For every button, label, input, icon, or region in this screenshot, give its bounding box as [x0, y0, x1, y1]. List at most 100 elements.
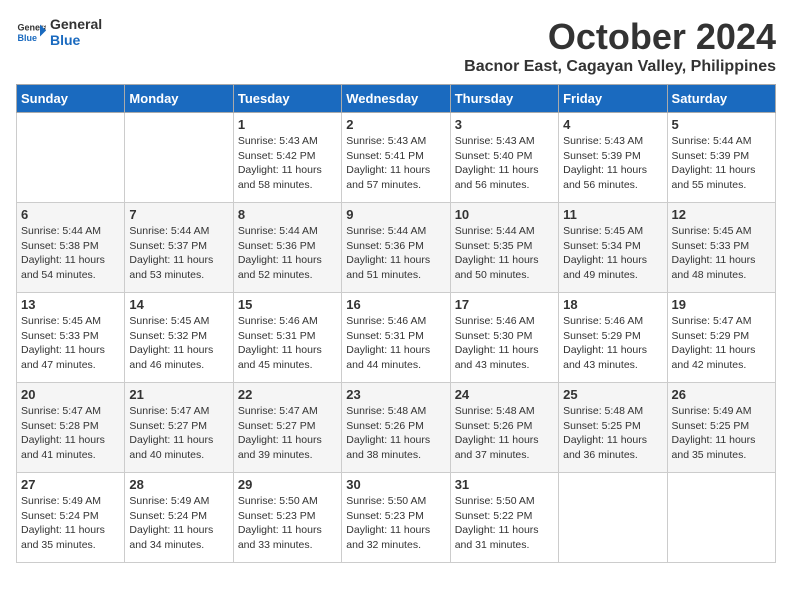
calendar-cell: 10 Sunrise: 5:44 AM Sunset: 5:35 PM Dayli… [450, 203, 558, 293]
day-number: 22 [238, 387, 337, 402]
calendar-cell: 3Sunrise: 5:43 AM Sunset: 5:40 PM Daylig… [450, 113, 558, 203]
calendar-cell: 12 Sunrise: 5:45 AM Sunset: 5:33 PM Dayli… [667, 203, 775, 293]
day-number: 3 [455, 117, 554, 132]
day-number: 17 [455, 297, 554, 312]
calendar-cell: 5Sunrise: 5:44 AM Sunset: 5:39 PM Daylig… [667, 113, 775, 203]
calendar-cell: 7Sunrise: 5:44 AM Sunset: 5:37 PM Daylig… [125, 203, 233, 293]
calendar-cell: 28 Sunrise: 5:49 AM Sunset: 5:24 PM Dayli… [125, 473, 233, 563]
calendar-cell: 6 Sunrise: 5:44 AM Sunset: 5:38 PM Daylig… [17, 203, 125, 293]
logo: General Blue General Blue [16, 16, 102, 48]
day-number: 11 [563, 207, 662, 222]
calendar-cell: 14 Sunrise: 5:45 AM Sunset: 5:32 PM Dayli… [125, 293, 233, 383]
svg-text:Blue: Blue [18, 33, 38, 43]
calendar-week-4: 20 Sunrise: 5:47 AM Sunset: 5:28 PM Dayli… [17, 383, 776, 473]
cell-content: Sunrise: 5:48 AM Sunset: 5:26 PM Dayligh… [346, 404, 445, 463]
cell-content: Sunrise: 5:47 AM Sunset: 5:27 PM Dayligh… [238, 404, 337, 463]
calendar-cell: 1Sunrise: 5:43 AM Sunset: 5:42 PM Daylig… [233, 113, 341, 203]
day-number: 9 [346, 207, 445, 222]
calendar-cell: 13 Sunrise: 5:45 AM Sunset: 5:33 PM Dayli… [17, 293, 125, 383]
calendar-week-3: 13 Sunrise: 5:45 AM Sunset: 5:33 PM Dayli… [17, 293, 776, 383]
cell-content: Sunrise: 5:43 AM Sunset: 5:39 PM Dayligh… [563, 134, 662, 193]
calendar-cell: 8 Sunrise: 5:44 AM Sunset: 5:36 PM Daylig… [233, 203, 341, 293]
calendar-cell: 20 Sunrise: 5:47 AM Sunset: 5:28 PM Dayli… [17, 383, 125, 473]
logo-general-text: General [50, 16, 102, 32]
day-number: 7 [129, 207, 228, 222]
cell-content: Sunrise: 5:50 AM Sunset: 5:22 PM Dayligh… [455, 494, 554, 553]
calendar-cell: 11 Sunrise: 5:45 AM Sunset: 5:34 PM Dayli… [559, 203, 667, 293]
calendar-cell: 27 Sunrise: 5:49 AM Sunset: 5:24 PM Dayli… [17, 473, 125, 563]
calendar-cell [559, 473, 667, 563]
cell-content: Sunrise: 5:43 AM Sunset: 5:41 PM Dayligh… [346, 134, 445, 193]
day-number: 20 [21, 387, 120, 402]
cell-content: Sunrise: 5:45 AM Sunset: 5:33 PM Dayligh… [21, 314, 120, 373]
day-number: 26 [672, 387, 771, 402]
calendar-week-2: 6 Sunrise: 5:44 AM Sunset: 5:38 PM Daylig… [17, 203, 776, 293]
weekday-header-tuesday: Tuesday [233, 85, 341, 113]
cell-content: Sunrise: 5:47 AM Sunset: 5:29 PM Dayligh… [672, 314, 771, 373]
logo-icon: General Blue [16, 17, 46, 47]
day-number: 24 [455, 387, 554, 402]
calendar-cell: 17 Sunrise: 5:46 AM Sunset: 5:30 PM Dayli… [450, 293, 558, 383]
cell-content: Sunrise: 5:50 AM Sunset: 5:23 PM Dayligh… [346, 494, 445, 553]
calendar-table: SundayMondayTuesdayWednesdayThursdayFrid… [16, 84, 776, 563]
day-number: 28 [129, 477, 228, 492]
calendar-cell: 24 Sunrise: 5:48 AM Sunset: 5:26 PM Dayli… [450, 383, 558, 473]
weekday-header-row: SundayMondayTuesdayWednesdayThursdayFrid… [17, 85, 776, 113]
cell-content: Sunrise: 5:49 AM Sunset: 5:24 PM Dayligh… [21, 494, 120, 553]
cell-content: Sunrise: 5:46 AM Sunset: 5:30 PM Dayligh… [455, 314, 554, 373]
calendar-cell: 15Sunrise: 5:46 AM Sunset: 5:31 PM Dayli… [233, 293, 341, 383]
cell-content: Sunrise: 5:44 AM Sunset: 5:36 PM Dayligh… [238, 224, 337, 283]
day-number: 18 [563, 297, 662, 312]
cell-content: Sunrise: 5:46 AM Sunset: 5:31 PM Dayligh… [238, 314, 337, 373]
day-number: 16 [346, 297, 445, 312]
weekday-header-sunday: Sunday [17, 85, 125, 113]
calendar-cell: 18 Sunrise: 5:46 AM Sunset: 5:29 PM Dayli… [559, 293, 667, 383]
cell-content: Sunrise: 5:45 AM Sunset: 5:32 PM Dayligh… [129, 314, 228, 373]
calendar-cell: 26Sunrise: 5:49 AM Sunset: 5:25 PM Dayli… [667, 383, 775, 473]
calendar-cell: 16 Sunrise: 5:46 AM Sunset: 5:31 PM Dayli… [342, 293, 450, 383]
day-number: 23 [346, 387, 445, 402]
calendar-cell: 31 Sunrise: 5:50 AM Sunset: 5:22 PM Dayli… [450, 473, 558, 563]
calendar-cell: 2Sunrise: 5:43 AM Sunset: 5:41 PM Daylig… [342, 113, 450, 203]
cell-content: Sunrise: 5:46 AM Sunset: 5:31 PM Dayligh… [346, 314, 445, 373]
day-number: 27 [21, 477, 120, 492]
day-number: 13 [21, 297, 120, 312]
day-number: 14 [129, 297, 228, 312]
weekday-header-saturday: Saturday [667, 85, 775, 113]
cell-content: Sunrise: 5:47 AM Sunset: 5:27 PM Dayligh… [129, 404, 228, 463]
calendar-cell: 29 Sunrise: 5:50 AM Sunset: 5:23 PM Dayli… [233, 473, 341, 563]
location-title: Bacnor East, Cagayan Valley, Philippines [464, 58, 776, 76]
calendar-cell [125, 113, 233, 203]
cell-content: Sunrise: 5:46 AM Sunset: 5:29 PM Dayligh… [563, 314, 662, 373]
calendar-cell: 22 Sunrise: 5:47 AM Sunset: 5:27 PM Dayli… [233, 383, 341, 473]
day-number: 21 [129, 387, 228, 402]
cell-content: Sunrise: 5:44 AM Sunset: 5:36 PM Dayligh… [346, 224, 445, 283]
calendar-cell: 19 Sunrise: 5:47 AM Sunset: 5:29 PM Dayli… [667, 293, 775, 383]
cell-content: Sunrise: 5:49 AM Sunset: 5:24 PM Dayligh… [129, 494, 228, 553]
cell-content: Sunrise: 5:50 AM Sunset: 5:23 PM Dayligh… [238, 494, 337, 553]
calendar-cell: 23 Sunrise: 5:48 AM Sunset: 5:26 PM Dayli… [342, 383, 450, 473]
weekday-header-friday: Friday [559, 85, 667, 113]
day-number: 25 [563, 387, 662, 402]
weekday-header-thursday: Thursday [450, 85, 558, 113]
day-number: 19 [672, 297, 771, 312]
cell-content: Sunrise: 5:48 AM Sunset: 5:26 PM Dayligh… [455, 404, 554, 463]
cell-content: Sunrise: 5:48 AM Sunset: 5:25 PM Dayligh… [563, 404, 662, 463]
day-number: 8 [238, 207, 337, 222]
cell-content: Sunrise: 5:45 AM Sunset: 5:34 PM Dayligh… [563, 224, 662, 283]
cell-content: Sunrise: 5:44 AM Sunset: 5:38 PM Dayligh… [21, 224, 120, 283]
cell-content: Sunrise: 5:44 AM Sunset: 5:39 PM Dayligh… [672, 134, 771, 193]
weekday-header-monday: Monday [125, 85, 233, 113]
day-number: 6 [21, 207, 120, 222]
title-area: October 2024 Bacnor East, Cagayan Valley… [464, 16, 776, 76]
cell-content: Sunrise: 5:47 AM Sunset: 5:28 PM Dayligh… [21, 404, 120, 463]
day-number: 12 [672, 207, 771, 222]
day-number: 10 [455, 207, 554, 222]
cell-content: Sunrise: 5:44 AM Sunset: 5:35 PM Dayligh… [455, 224, 554, 283]
day-number: 4 [563, 117, 662, 132]
logo-blue-text: Blue [50, 32, 102, 48]
day-number: 29 [238, 477, 337, 492]
day-number: 31 [455, 477, 554, 492]
cell-content: Sunrise: 5:45 AM Sunset: 5:33 PM Dayligh… [672, 224, 771, 283]
weekday-header-wednesday: Wednesday [342, 85, 450, 113]
